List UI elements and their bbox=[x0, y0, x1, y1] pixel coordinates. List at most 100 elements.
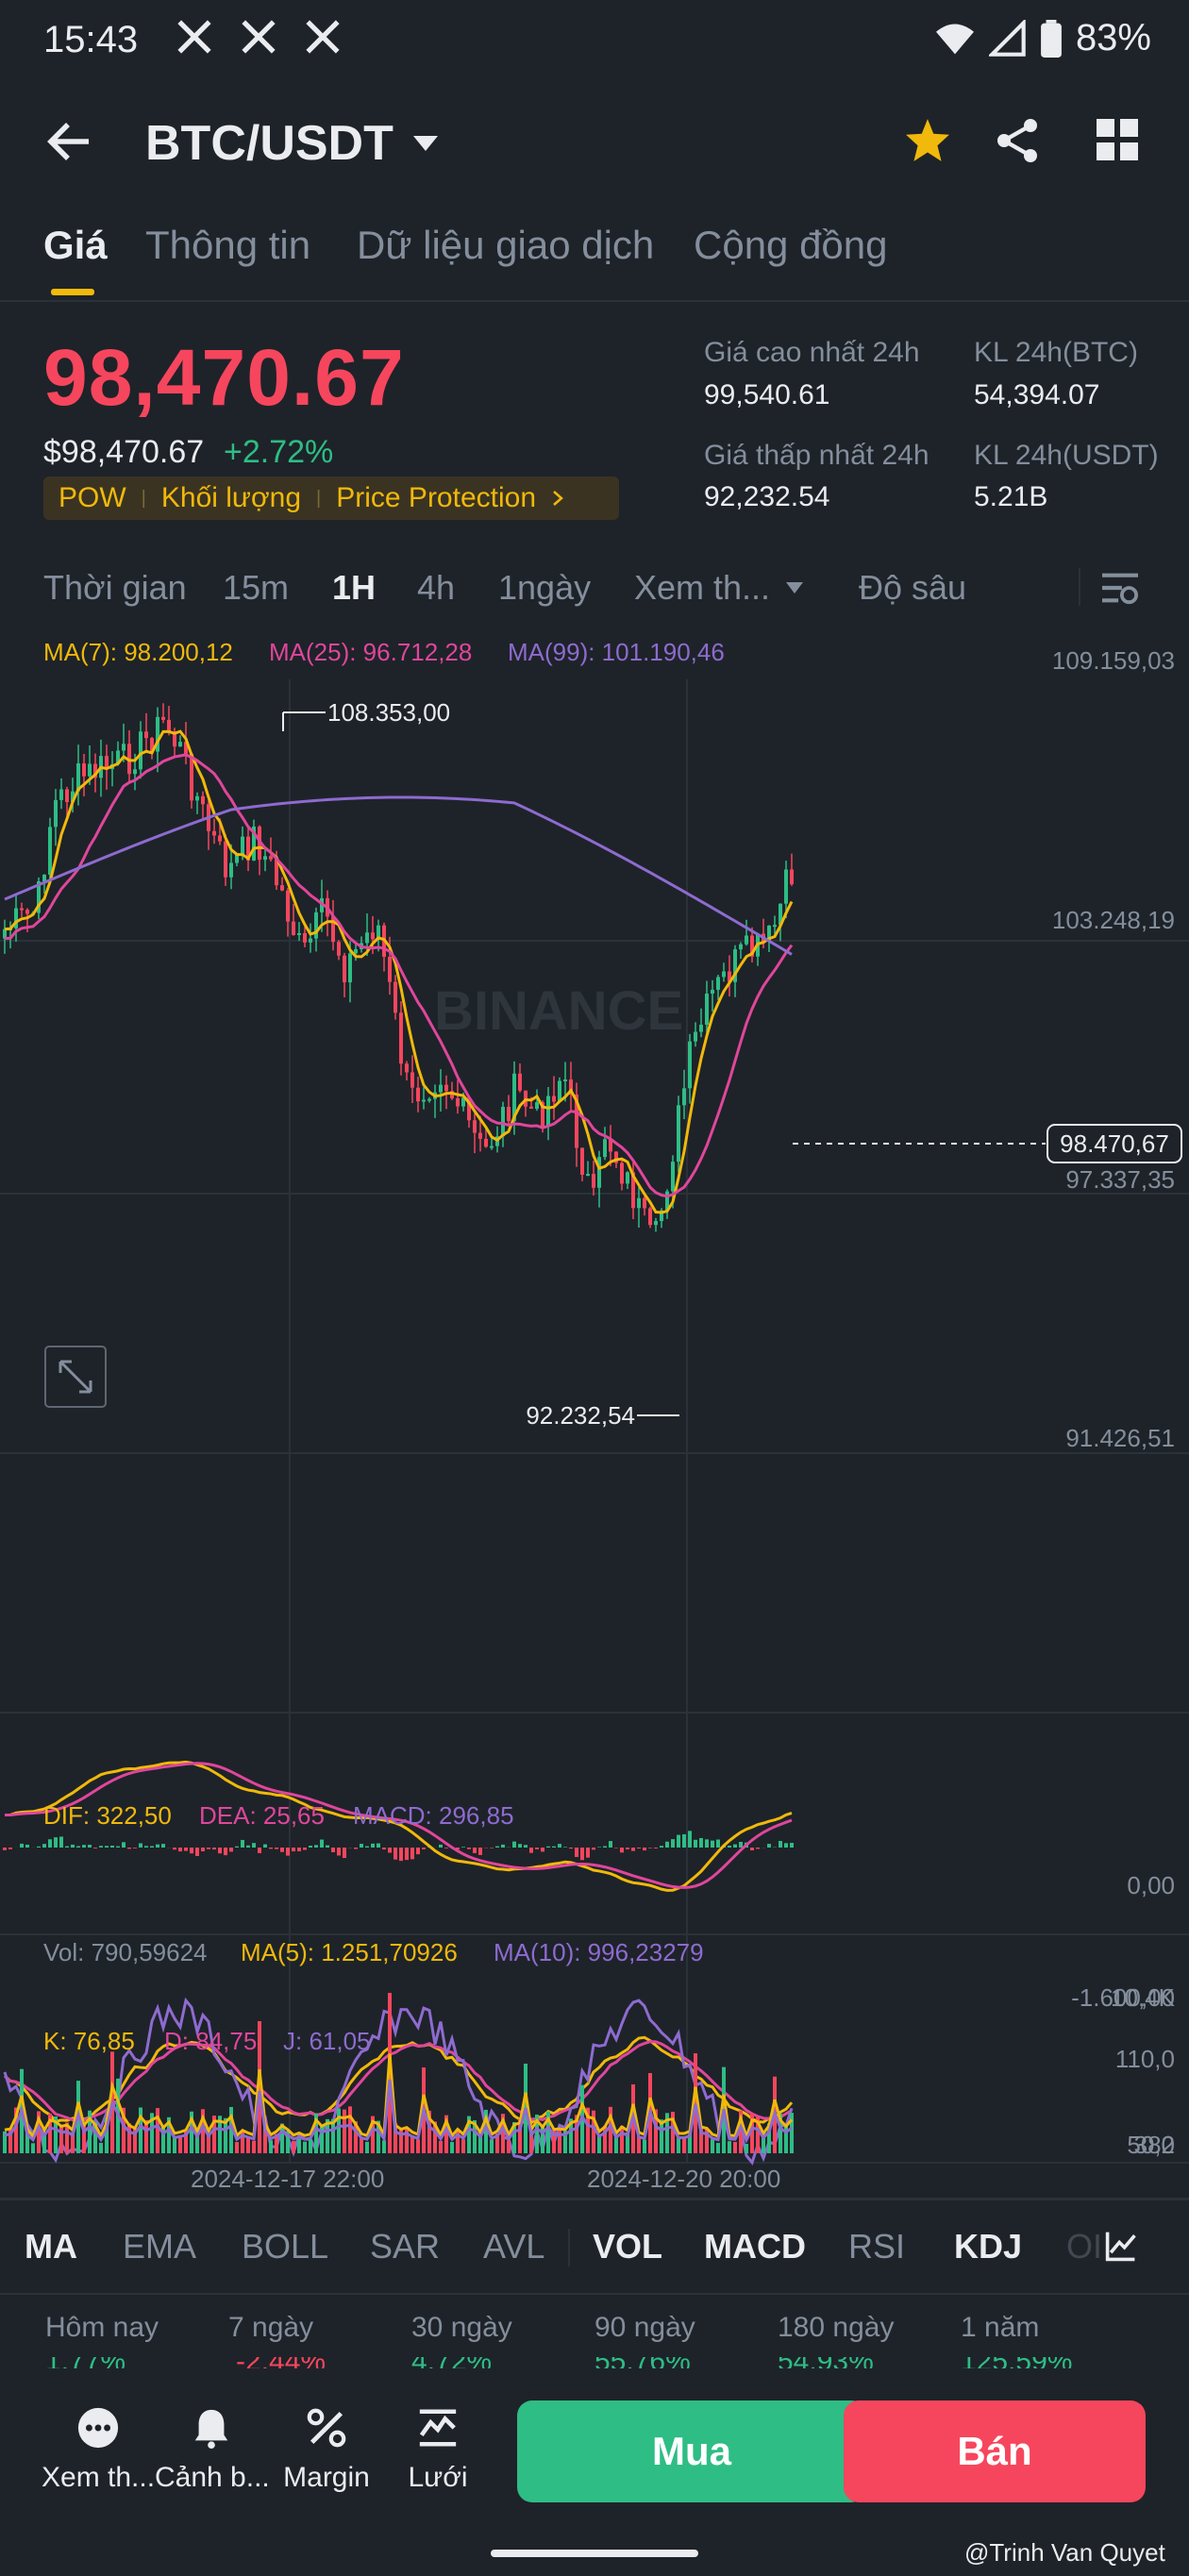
macd-bar bbox=[784, 1843, 788, 1848]
battery-icon bbox=[1041, 19, 1062, 58]
tag-pow[interactable]: POW bbox=[43, 482, 142, 514]
chart-settings-icon[interactable] bbox=[1100, 570, 1140, 606]
indicator-ma[interactable]: MA bbox=[25, 2227, 77, 2267]
tab-price[interactable]: Giá bbox=[43, 223, 108, 268]
macd-bar bbox=[733, 1844, 737, 1848]
grid-layout-icon[interactable] bbox=[1097, 119, 1138, 160]
macd-bar bbox=[512, 1841, 516, 1848]
main-tabs: Giá Thông tin Dữ liệu giao dịch Cộng đồn… bbox=[0, 217, 1189, 302]
tag-volume[interactable]: Khối lượng bbox=[146, 482, 316, 514]
volume-bar bbox=[507, 2140, 511, 2153]
asset-tags[interactable]: POW | Khối lượng | Price Protection bbox=[43, 477, 619, 520]
expand-icon[interactable] bbox=[44, 1346, 107, 1408]
grid-bot-button[interactable]: Lưới bbox=[381, 2406, 494, 2494]
volume-bar bbox=[677, 2137, 680, 2153]
macd-bar bbox=[331, 1848, 335, 1852]
macd-bar bbox=[495, 1846, 499, 1848]
low-24h-value: 92,232.54 bbox=[704, 481, 830, 512]
vol-value: Vol: 790,59624 bbox=[43, 1938, 208, 1966]
volume-bar bbox=[246, 2136, 250, 2153]
candle-body bbox=[161, 716, 165, 720]
macd-bar bbox=[88, 1845, 92, 1848]
candle-body bbox=[444, 1084, 448, 1092]
candle-body bbox=[388, 956, 392, 982]
timeframe-time[interactable]: Thời gian bbox=[43, 568, 187, 608]
perf-label: Hôm nay bbox=[45, 2312, 159, 2343]
timeframe-1d[interactable]: 1ngày bbox=[498, 568, 591, 608]
y-axis-low: 97.337,35 bbox=[1065, 1165, 1175, 1194]
candle-body bbox=[643, 1197, 646, 1209]
timeframe-depth[interactable]: Độ sâu bbox=[859, 568, 966, 608]
volume-labels: Vol: 790,59624 MA(5): 1.251,70926 MA(10)… bbox=[0, 1934, 1189, 2199]
timeframe-1h[interactable]: 1H bbox=[332, 568, 376, 608]
candle-body bbox=[405, 1063, 409, 1073]
macd-bar bbox=[280, 1848, 284, 1852]
ma99-legend: MA(99): 101.190,46 bbox=[508, 638, 725, 666]
tab-trading-data[interactable]: Dữ liệu giao dịch bbox=[357, 223, 654, 268]
margin-button[interactable]: Margin bbox=[270, 2406, 383, 2494]
more-button[interactable]: Xem th... bbox=[42, 2406, 155, 2494]
volume-bar bbox=[405, 2127, 409, 2153]
candle-body bbox=[354, 948, 358, 954]
indicator-rsi[interactable]: RSI bbox=[848, 2227, 905, 2267]
macd-bar bbox=[229, 1848, 233, 1852]
candle-body bbox=[20, 908, 24, 911]
candle-body bbox=[343, 955, 346, 983]
usd-price: $98,470.67 bbox=[43, 434, 205, 470]
candle-body bbox=[654, 1221, 658, 1226]
macd-y0: 0,00 bbox=[1127, 1871, 1175, 1899]
indicator-kdj[interactable]: KDJ bbox=[954, 2227, 1022, 2267]
candle-body bbox=[292, 921, 295, 935]
macd-bar bbox=[711, 1840, 714, 1848]
macd-bar bbox=[558, 1844, 561, 1848]
tag-price-protection[interactable]: Price Protection bbox=[321, 482, 551, 514]
indicator-vol[interactable]: VOL bbox=[593, 2227, 662, 2267]
volume-bar bbox=[762, 2137, 765, 2153]
current-price-line: 98.470,67 bbox=[793, 1124, 1182, 1163]
volume-bar bbox=[790, 2113, 794, 2153]
indicator-avl[interactable]: AVL bbox=[483, 2227, 544, 2267]
indicator-ema[interactable]: EMA bbox=[123, 2227, 196, 2267]
sell-button[interactable]: Bán bbox=[844, 2400, 1146, 2502]
ma99-line bbox=[4, 795, 793, 956]
macd-bar bbox=[161, 1844, 165, 1848]
share-icon[interactable] bbox=[995, 117, 1040, 164]
home-indicator[interactable] bbox=[491, 2550, 698, 2557]
alert-label: Cảnh b... bbox=[155, 2462, 270, 2493]
candle-body bbox=[739, 944, 743, 950]
timeframe-more[interactable]: Xem th... bbox=[634, 568, 770, 608]
volume-bar bbox=[614, 2137, 618, 2153]
caret-down-icon[interactable] bbox=[785, 581, 804, 594]
candle-body bbox=[490, 1146, 494, 1148]
indicator-sar[interactable]: SAR bbox=[370, 2227, 440, 2267]
macd-bar bbox=[178, 1848, 182, 1852]
macd-bar bbox=[116, 1846, 120, 1848]
indicator-boll[interactable]: BOLL bbox=[242, 2227, 328, 2267]
buy-button[interactable]: Mua bbox=[517, 2400, 866, 2502]
indicator-oi[interactable]: OI bbox=[1066, 2227, 1102, 2267]
caret-down-icon[interactable] bbox=[411, 134, 440, 153]
macd-bar bbox=[54, 1837, 58, 1848]
timeframe-4h[interactable]: 4h bbox=[417, 568, 455, 608]
indicator-settings-icon[interactable] bbox=[1104, 2229, 1138, 2263]
battery-level: 83% bbox=[1075, 17, 1151, 59]
macd-bar bbox=[399, 1848, 403, 1862]
candle-body bbox=[620, 1163, 624, 1184]
tab-info[interactable]: Thông tin bbox=[145, 223, 310, 268]
macd-bar bbox=[529, 1848, 533, 1853]
credit-watermark: @Trinh Van Quyet bbox=[964, 2538, 1165, 2568]
perf-value: 125,59% bbox=[961, 2357, 1072, 2368]
candle-body bbox=[269, 856, 273, 860]
timeframe-15m[interactable]: 15m bbox=[223, 568, 289, 608]
pair-title[interactable]: BTC/USDT bbox=[145, 115, 394, 172]
indicator-macd[interactable]: MACD bbox=[704, 2227, 806, 2267]
alert-button[interactable]: Cảnh b... bbox=[155, 2406, 270, 2494]
candle-body bbox=[682, 1088, 686, 1106]
vol-usdt-value: 5.21B bbox=[974, 481, 1048, 512]
macd-bar bbox=[224, 1848, 227, 1856]
macd-bar bbox=[252, 1843, 256, 1848]
star-icon[interactable] bbox=[904, 117, 951, 164]
candle-body bbox=[699, 1024, 703, 1032]
tab-community[interactable]: Cộng đồng bbox=[694, 223, 888, 268]
back-arrow-icon[interactable] bbox=[47, 121, 92, 162]
